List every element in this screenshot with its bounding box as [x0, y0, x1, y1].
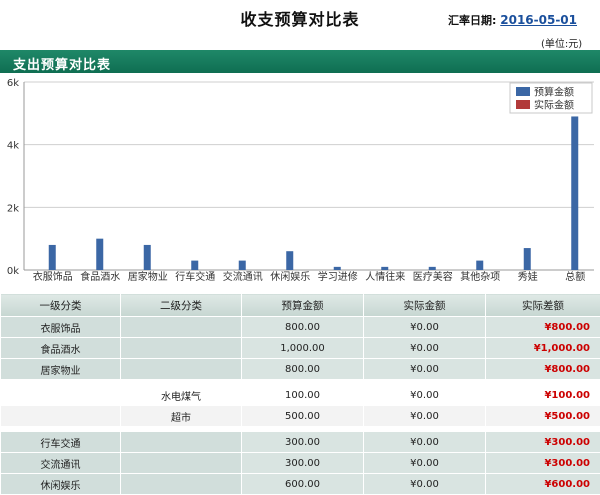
cell-budget: 800.00 — [242, 317, 364, 338]
cell-category-2: 水电煤气 — [121, 385, 242, 406]
cell-budget: 600.00 — [242, 474, 364, 495]
bar-budget — [239, 261, 246, 270]
cell-difference: ¥100.00 — [486, 385, 600, 406]
cell-category-1: 食品酒水 — [1, 338, 121, 359]
x-category-label: 其他杂项 — [460, 270, 500, 283]
bar-budget — [144, 245, 151, 270]
unit-note: (单位:元) — [541, 35, 582, 50]
x-category-label: 食品酒水 — [80, 270, 120, 283]
table-row[interactable]: 居家物业 800.00¥0.00¥800.00 — [1, 359, 600, 380]
column-header: 实际差额 — [486, 294, 600, 317]
column-header: 一级分类 — [1, 294, 121, 317]
bar-budget — [49, 245, 56, 270]
cell-difference: ¥600.00 — [486, 474, 600, 495]
legend-swatch — [516, 100, 530, 109]
section-header: 支出预算对比表 — [0, 50, 600, 73]
cell-actual: ¥0.00 — [364, 317, 486, 338]
cell-budget: 300.00 — [242, 453, 364, 474]
bar-budget — [524, 248, 531, 270]
bar-budget — [476, 261, 483, 270]
cell-budget: 1,000.00 — [242, 338, 364, 359]
table-row[interactable]: 衣服饰品 800.00¥0.00¥800.00 — [1, 317, 600, 338]
y-tick-label: 6k — [7, 78, 19, 89]
cell-budget: 800.00 — [242, 359, 364, 380]
comparison-table-wrap: 一级分类二级分类预算金额实际金额实际差额 衣服饰品800.00¥0.00¥800… — [0, 293, 600, 495]
y-tick-label: 0k — [7, 266, 19, 277]
column-header: 二级分类 — [121, 294, 242, 317]
cell-actual: ¥0.00 — [364, 338, 486, 359]
x-category-label: 休闲娱乐 — [270, 270, 310, 283]
bar-budget — [286, 251, 293, 270]
bar-budget — [191, 261, 198, 270]
cell-category-1: 行车交通 — [1, 432, 121, 453]
table-row[interactable]: 超市500.00¥0.00¥500.00 — [1, 406, 600, 427]
cell-category-1: 衣服饰品 — [1, 317, 121, 338]
table-row[interactable]: 交流通讯 300.00¥0.00¥300.00 — [1, 453, 600, 474]
x-category-label: 学习进修 — [318, 270, 358, 283]
cell-category-2 — [121, 359, 242, 380]
exchange-rate-date: 汇率日期: 2016-05-01 — [448, 12, 577, 28]
cell-difference: ¥1,000.00 — [486, 338, 600, 359]
cell-category-2 — [121, 317, 242, 338]
table-header-row: 一级分类二级分类预算金额实际金额实际差额 — [1, 294, 600, 317]
cell-actual: ¥0.00 — [364, 453, 486, 474]
cell-difference: ¥800.00 — [486, 359, 600, 380]
cell-actual: ¥0.00 — [364, 359, 486, 380]
cell-category-2: 超市 — [121, 406, 242, 427]
x-category-label: 交流通讯 — [223, 270, 263, 283]
cell-category-1: 休闲娱乐 — [1, 474, 121, 495]
x-category-label: 总额 — [565, 270, 585, 283]
bar-budget — [334, 267, 341, 270]
cell-difference: ¥500.00 — [486, 406, 600, 427]
legend-swatch — [516, 87, 530, 96]
y-tick-label: 4k — [7, 141, 19, 152]
cell-budget: 500.00 — [242, 406, 364, 427]
cell-category-1: 交流通讯 — [1, 453, 121, 474]
cell-category-1 — [1, 385, 121, 406]
table-row[interactable]: 休闲娱乐 600.00¥0.00¥600.00 — [1, 474, 600, 495]
x-category-label: 人情往来 — [365, 270, 405, 283]
bar-budget — [429, 267, 436, 270]
rate-label: 汇率日期: — [448, 14, 496, 27]
cell-category-2 — [121, 432, 242, 453]
bar-budget — [96, 239, 103, 270]
x-category-label: 衣服饰品 — [33, 270, 73, 283]
table-row[interactable]: 食品酒水 1,000.00¥0.00¥1,000.00 — [1, 338, 600, 359]
comparison-table: 一级分类二级分类预算金额实际金额实际差额 衣服饰品800.00¥0.00¥800… — [0, 293, 600, 495]
cell-category-2 — [121, 338, 242, 359]
section-title: 支出预算对比表 — [13, 54, 111, 73]
x-category-label: 秀娃 — [518, 270, 538, 283]
cell-actual: ¥0.00 — [364, 406, 486, 427]
x-category-label: 居家物业 — [128, 270, 168, 283]
cell-difference: ¥300.00 — [486, 453, 600, 474]
table-row[interactable]: 行车交通 300.00¥0.00¥300.00 — [1, 432, 600, 453]
column-header: 实际金额 — [364, 294, 486, 317]
expense-budget-chart: 0k 2k 4k 6k 衣服饰品食品酒水居家物业行车交通交流通讯休闲娱乐学习进修人情往来… — [0, 74, 600, 289]
y-tick-label: 2k — [7, 203, 19, 214]
cell-category-2 — [121, 474, 242, 495]
cell-difference: ¥800.00 — [486, 317, 600, 338]
cell-budget: 300.00 — [242, 432, 364, 453]
column-header: 预算金额 — [242, 294, 364, 317]
table-row[interactable]: 水电煤气100.00¥0.00¥100.00 — [1, 385, 600, 406]
cell-category-2 — [121, 453, 242, 474]
cell-actual: ¥0.00 — [364, 474, 486, 495]
x-category-label: 行车交通 — [175, 270, 215, 283]
legend-label: 实际金额 — [534, 99, 574, 112]
cell-budget: 100.00 — [242, 385, 364, 406]
cell-category-1: 居家物业 — [1, 359, 121, 380]
rate-date-link[interactable]: 2016-05-01 — [500, 13, 577, 27]
cell-difference: ¥300.00 — [486, 432, 600, 453]
cell-actual: ¥0.00 — [364, 432, 486, 453]
cell-category-1 — [1, 406, 121, 427]
bar-budget — [571, 116, 578, 270]
cell-actual: ¥0.00 — [364, 385, 486, 406]
legend-label: 预算金额 — [534, 86, 574, 99]
x-category-label: 医疗美容 — [413, 270, 453, 283]
bar-budget — [381, 267, 388, 270]
